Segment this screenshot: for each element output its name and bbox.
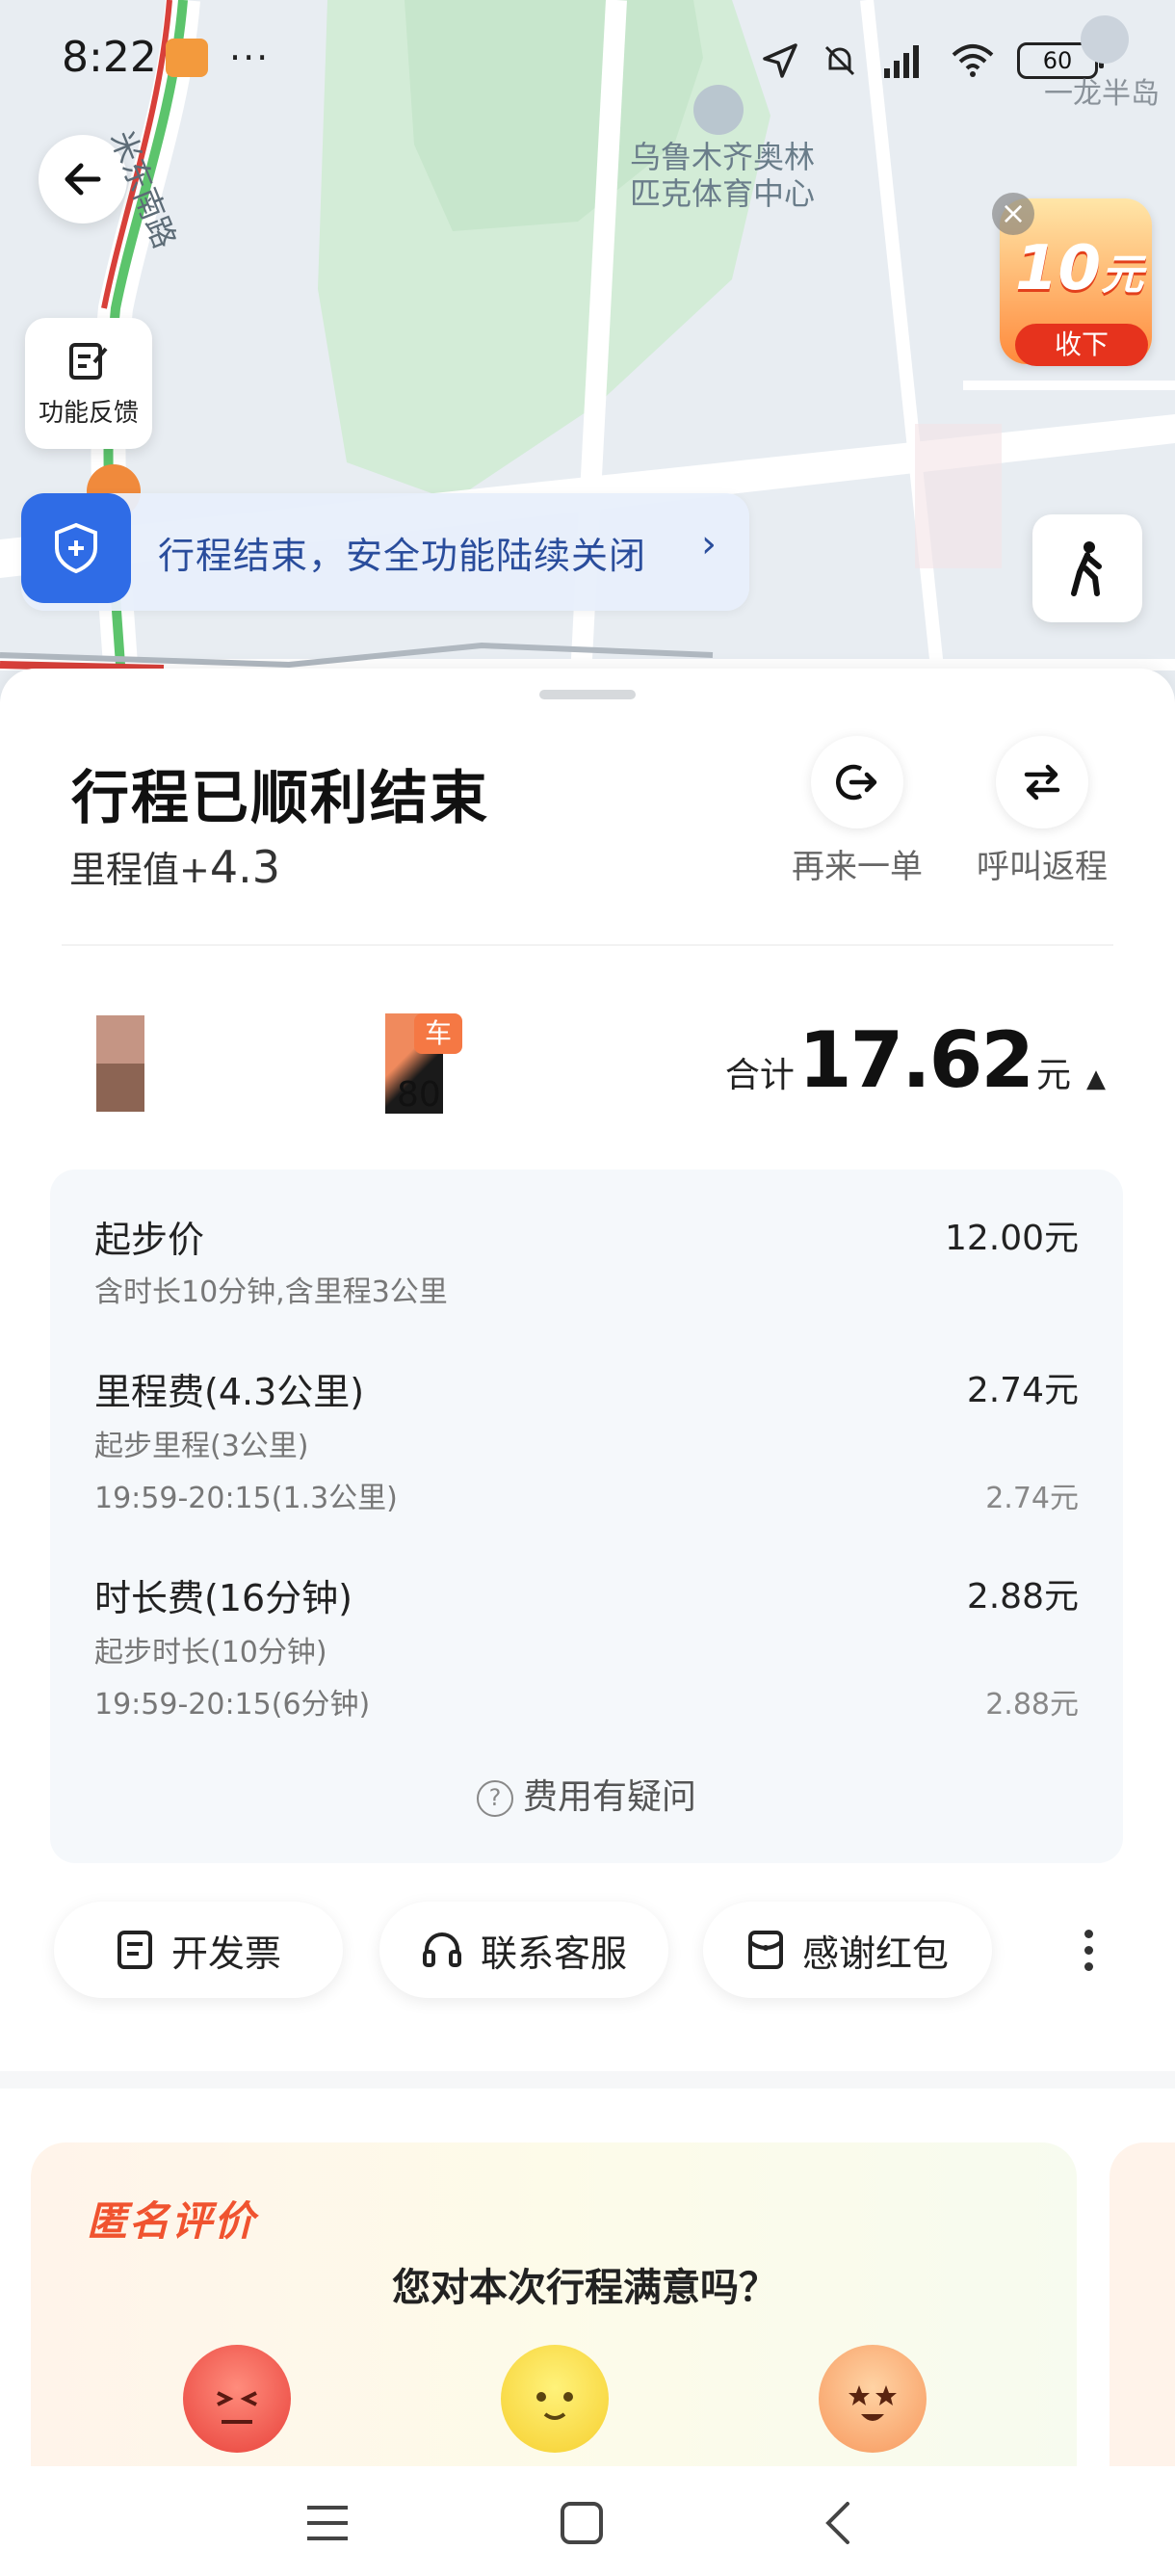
section-separator bbox=[0, 2071, 1175, 2089]
red-envelope-icon bbox=[747, 1931, 783, 1969]
fee-sub-amount: 2.88元 bbox=[985, 1688, 1079, 1722]
signal-icon bbox=[884, 45, 919, 78]
poi-label: 乌鲁木齐奥林匹克体育中心 bbox=[629, 139, 815, 212]
neutral-face-icon[interactable] bbox=[501, 2345, 609, 2453]
shopping-app-icon bbox=[166, 39, 208, 77]
thank-you-envelope-label: 感谢红包 bbox=[801, 1932, 949, 1975]
action-buttons: 开发票 联系客服 感谢红包 bbox=[0, 1902, 1175, 2008]
walking-person-icon bbox=[1071, 541, 1102, 596]
safety-banner[interactable]: 行程结束，安全功能陆续关闭 › bbox=[21, 493, 749, 611]
coupon-promo[interactable]: 10元 收下 × bbox=[992, 193, 1156, 370]
fee-sub-item: 起步里程(3公里) bbox=[94, 1430, 309, 1463]
return-trip-button[interactable]: 呼叫返程 bbox=[965, 736, 1119, 887]
walking-nav-button[interactable] bbox=[1032, 514, 1142, 622]
divider bbox=[62, 944, 1113, 946]
fee-question-label: 费用有疑问 bbox=[522, 1777, 696, 1817]
coupon-value: 10 bbox=[1015, 233, 1102, 304]
fee-name: 时长费(16分钟) bbox=[94, 1577, 353, 1619]
trip-summary-sheet: 行程已顺利结束 里程值+4.3 再来一单 呼叫返程 车 80 合计 17.62 … bbox=[0, 669, 1175, 2576]
safety-banner-text: 行程结束，安全功能陆续关闭 bbox=[158, 535, 647, 577]
order-again-button[interactable]: 再来一单 bbox=[780, 736, 934, 887]
fee-name: 起步价 bbox=[94, 1219, 205, 1261]
coupon-amount: 10元 bbox=[1015, 233, 1143, 304]
unsatisfied-face-icon[interactable] bbox=[183, 2345, 291, 2453]
edit-note-icon bbox=[69, 343, 108, 380]
more-options-icon[interactable] bbox=[1069, 1921, 1108, 1979]
location-label: 一龙半岛 bbox=[1044, 77, 1160, 111]
invoice-label: 开发票 bbox=[170, 1932, 281, 1975]
order-again-label: 再来一单 bbox=[792, 848, 923, 886]
car-plate: 80 bbox=[397, 1075, 441, 1115]
return-trip-icon bbox=[996, 736, 1088, 828]
back-nav-button[interactable] bbox=[799, 2489, 876, 2557]
rating-question: 您对本次行程满意吗？ bbox=[392, 2266, 777, 2310]
status-bar: 8:22 ··· 60 一龙半岛 bbox=[0, 0, 1175, 116]
system-navigation-bar bbox=[0, 2466, 1175, 2576]
mileage-points: 里程值+4.3 bbox=[69, 840, 280, 893]
car-tag: 车 bbox=[414, 1013, 462, 1054]
mileage-label: 里程值+ bbox=[69, 849, 210, 891]
fare-total[interactable]: 合计 17.62 元 ▲ bbox=[724, 1015, 1106, 1105]
map-view[interactable]: 8:22 ··· 60 一龙半岛 米东南路 乌鲁木齐奥林匹克体育中心 功能反馈 … bbox=[0, 0, 1175, 732]
total-label: 合计 bbox=[724, 1056, 795, 1095]
fee-sub-item: 起步时长(10分钟) bbox=[94, 1636, 327, 1669]
fee-question-link[interactable]: ? 费用有疑问 bbox=[50, 1769, 1123, 1819]
mute-bell-icon bbox=[824, 45, 855, 76]
fee-sub-item: 19:59-20:15(6分钟) bbox=[94, 1688, 371, 1722]
headset-icon bbox=[422, 1932, 461, 1967]
chevron-right-icon: › bbox=[701, 522, 717, 566]
customer-service-label: 联系客服 bbox=[480, 1932, 627, 1975]
coupon-unit: 元 bbox=[1101, 250, 1144, 300]
rating-tag: 匿名评价 bbox=[87, 2197, 257, 2245]
user-avatar bbox=[1081, 15, 1129, 64]
feedback-label: 功能反馈 bbox=[38, 399, 139, 428]
home-nav-button[interactable] bbox=[543, 2489, 620, 2557]
chevron-left-icon bbox=[825, 2502, 849, 2544]
drag-handle[interactable] bbox=[539, 690, 636, 699]
fee-breakdown-card: 起步价 12.00元 含时长10分钟,含里程3公里 里程费(4.3公里) 2.7… bbox=[50, 1170, 1123, 1863]
return-trip-label: 呼叫返程 bbox=[977, 848, 1108, 886]
car-info-row[interactable]: 车 80 合计 17.62 元 ▲ bbox=[0, 986, 1175, 1115]
fee-sub-amount: 2.74元 bbox=[985, 1482, 1079, 1515]
fee-amount: 12.00元 bbox=[944, 1219, 1079, 1258]
menu-icon bbox=[307, 2506, 348, 2540]
total-value: 17.62 bbox=[797, 1015, 1034, 1105]
shield-icon bbox=[21, 493, 131, 603]
menu-nav-button[interactable] bbox=[289, 2489, 366, 2557]
fee-amount: 2.74元 bbox=[966, 1371, 1079, 1410]
arrow-left-icon bbox=[65, 163, 101, 196]
status-time: 8:22 bbox=[62, 33, 157, 82]
shield-plus-icon bbox=[55, 522, 97, 574]
wifi-icon bbox=[952, 44, 994, 77]
total-unit: 元 bbox=[1035, 1056, 1071, 1095]
fee-name: 里程费(4.3公里) bbox=[94, 1371, 365, 1413]
status-more-dots: ··· bbox=[229, 37, 271, 79]
fee-sub-item: 19:59-20:15(1.3公里) bbox=[94, 1482, 398, 1515]
mileage-value: 4.3 bbox=[209, 841, 280, 893]
invoice-button[interactable]: 开发票 bbox=[54, 1902, 343, 1998]
close-icon[interactable]: × bbox=[992, 193, 1034, 235]
poi-pin-icon bbox=[693, 85, 744, 135]
trip-title: 行程已顺利结束 bbox=[71, 765, 489, 832]
home-square-icon bbox=[561, 2502, 603, 2544]
collapse-caret-icon[interactable]: ▲ bbox=[1086, 1065, 1106, 1093]
satisfied-face-icon[interactable] bbox=[819, 2345, 927, 2453]
question-icon: ? bbox=[476, 1780, 513, 1817]
thank-you-envelope-button[interactable]: 感谢红包 bbox=[703, 1902, 992, 1998]
customer-service-button[interactable]: 联系客服 bbox=[379, 1902, 668, 1998]
coupon-accept-button[interactable]: 收下 bbox=[1015, 324, 1148, 366]
fee-amount: 2.88元 bbox=[966, 1577, 1079, 1617]
order-again-icon bbox=[811, 736, 903, 828]
driver-photo bbox=[96, 1015, 144, 1112]
fee-note: 含时长10分钟,含里程3公里 bbox=[94, 1275, 448, 1309]
location-arrow-icon bbox=[763, 43, 797, 78]
invoice-icon bbox=[117, 1931, 152, 1969]
feedback-button[interactable]: 功能反馈 bbox=[25, 318, 152, 449]
